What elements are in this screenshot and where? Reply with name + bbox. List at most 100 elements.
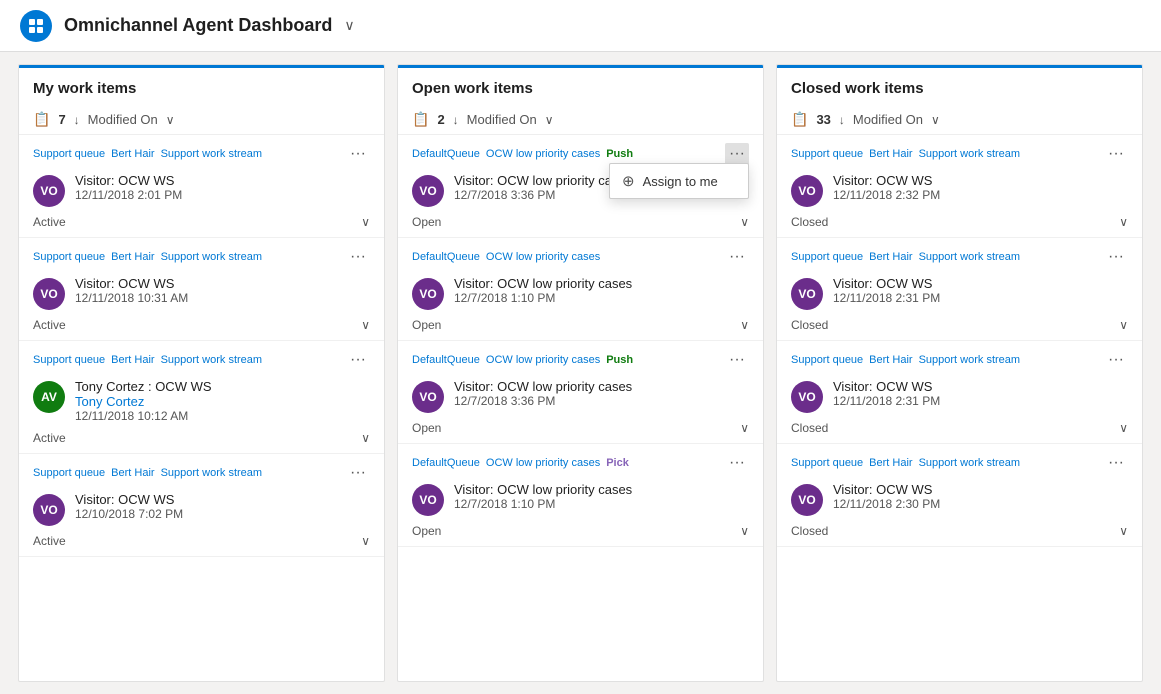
sort-direction-icon[interactable]: ↓ [453, 113, 459, 127]
item-tag[interactable]: Bert Hair [111, 251, 154, 263]
sort-chevron-icon[interactable]: ∨ [166, 113, 175, 127]
title-chevron[interactable]: ∨ [344, 17, 354, 34]
item-more-button[interactable]: ··· [1104, 143, 1128, 165]
status-chevron-icon[interactable]: ∨ [361, 431, 370, 445]
item-tag[interactable]: Support queue [791, 354, 863, 366]
status-chevron-icon[interactable]: ∨ [361, 318, 370, 332]
work-item: Support queue Bert Hair Support work strea… [19, 135, 384, 238]
status-chevron-icon[interactable]: ∨ [361, 534, 370, 548]
item-name-link[interactable]: Tony Cortez [75, 394, 144, 409]
item-body: AVTony Cortez : OCW WSTony Cortez12/11/2… [19, 375, 384, 427]
sort-direction-icon[interactable]: ↓ [74, 113, 80, 127]
assign-to-me-button[interactable]: ⊕Assign to me [610, 164, 748, 198]
status-chevron-icon[interactable]: ∨ [740, 524, 749, 538]
item-body: VOVisitor: OCW low priority cases12/7/20… [398, 478, 763, 520]
sort-label[interactable]: Modified On [853, 112, 923, 127]
sort-direction-icon[interactable]: ↓ [839, 113, 845, 127]
item-tag[interactable]: Bert Hair [869, 148, 912, 160]
avatar: VO [412, 278, 444, 310]
avatar: VO [791, 278, 823, 310]
sort-label[interactable]: Modified On [467, 112, 537, 127]
status-chevron-icon[interactable]: ∨ [1119, 215, 1128, 229]
item-tag[interactable]: Support queue [33, 251, 105, 263]
item-tag[interactable]: Support work stream [919, 148, 1020, 160]
item-tag[interactable]: DefaultQueue [412, 457, 480, 469]
item-tags-row: Support queue Bert Hair Support work strea… [777, 341, 1142, 375]
item-more-button[interactable]: ··· [346, 143, 370, 165]
status-badge: Active [33, 215, 66, 229]
item-tag[interactable]: Support work stream [161, 354, 262, 366]
item-tag[interactable]: Bert Hair [111, 148, 154, 160]
item-tag[interactable]: Bert Hair [869, 457, 912, 469]
item-more-button[interactable]: ··· [725, 349, 749, 371]
item-tag[interactable]: Support work stream [161, 251, 262, 263]
item-info: Visitor: OCW WS12/11/2018 2:31 PM [833, 276, 1128, 305]
item-tag[interactable]: Support queue [33, 467, 105, 479]
item-count: 2 [437, 112, 444, 127]
sort-label[interactable]: Modified On [88, 112, 158, 127]
sort-chevron-icon[interactable]: ∨ [931, 113, 940, 127]
status-badge: Open [412, 215, 441, 229]
item-tag[interactable]: Bert Hair [111, 354, 154, 366]
item-tags-row: DefaultQueueOCW low priority casesPick··… [398, 444, 763, 478]
item-tag[interactable]: DefaultQueue [412, 354, 480, 366]
status-chevron-icon[interactable]: ∨ [1119, 318, 1128, 332]
item-date: 12/11/2018 2:31 PM [833, 291, 1128, 305]
item-name: Visitor: OCW WS [833, 276, 1128, 291]
avatar: VO [412, 484, 444, 516]
status-chevron-icon[interactable]: ∨ [1119, 524, 1128, 538]
item-tag[interactable]: Support work stream [919, 251, 1020, 263]
item-more-button[interactable]: ··· [1104, 452, 1128, 474]
item-status-row: Closed∨ [777, 314, 1142, 340]
item-tag[interactable]: Support queue [791, 148, 863, 160]
item-more-button[interactable]: ··· [725, 452, 749, 474]
item-more-button[interactable]: ··· [346, 462, 370, 484]
item-tag[interactable]: Support work stream [161, 467, 262, 479]
item-tag[interactable]: Bert Hair [111, 467, 154, 479]
column-header-open-work: Open work items [398, 65, 763, 105]
item-tag[interactable]: DefaultQueue [412, 251, 480, 263]
column-toolbar: 📋 2 ↓ Modified On ∨ [398, 105, 763, 135]
item-more-button[interactable]: ··· [1104, 246, 1128, 268]
item-body: VO Visitor: OCW WS12/11/2018 2:31 PM [777, 272, 1142, 314]
status-chevron-icon[interactable]: ∨ [740, 421, 749, 435]
item-name: Visitor: OCW WS [75, 492, 370, 507]
items-list: Support queue Bert Hair Support work strea… [19, 135, 384, 681]
item-status-row: Open ∨ [398, 417, 763, 443]
item-tag[interactable]: Bert Hair [869, 354, 912, 366]
item-tag[interactable]: Support queue [791, 457, 863, 469]
status-badge: Active [33, 534, 66, 548]
item-tag[interactable]: OCW low priority cases [486, 251, 600, 263]
status-chevron-icon[interactable]: ∨ [361, 215, 370, 229]
item-tag[interactable]: Support queue [791, 251, 863, 263]
status-chevron-icon[interactable]: ∨ [1119, 421, 1128, 435]
status-badge: Open [412, 421, 441, 435]
item-tag[interactable]: Support queue [33, 354, 105, 366]
item-name: Visitor: OCW low priority cases [454, 379, 749, 394]
item-tag[interactable]: OCW low priority cases [486, 148, 600, 160]
item-tag[interactable]: OCW low priority cases [486, 457, 600, 469]
work-item: Support queue Bert Hair Support work strea… [19, 238, 384, 341]
item-tag[interactable]: Bert Hair [869, 251, 912, 263]
item-more-button[interactable]: ··· [346, 349, 370, 371]
item-tag[interactable]: Support queue [33, 148, 105, 160]
item-info: Tony Cortez : OCW WSTony Cortez12/11/201… [75, 379, 370, 423]
status-chevron-icon[interactable]: ∨ [740, 215, 749, 229]
item-tag[interactable]: Support work stream [919, 457, 1020, 469]
item-more-button[interactable]: ··· [346, 246, 370, 268]
status-chevron-icon[interactable]: ∨ [740, 318, 749, 332]
avatar: VO [791, 175, 823, 207]
item-status-row: Closed∨ [777, 520, 1142, 546]
sort-chevron-icon[interactable]: ∨ [545, 113, 554, 127]
item-tag[interactable]: Support work stream [161, 148, 262, 160]
item-body: VOVisitor: OCW low priority cases12/7/20… [398, 272, 763, 314]
item-body: VOVisitor: OCW WS12/11/2018 2:30 PM [777, 478, 1142, 520]
item-more-button[interactable]: ··· [725, 143, 749, 165]
item-tags-row: Support queue Bert Hair Support work strea… [777, 444, 1142, 478]
item-tags-row: Support queue Bert Hair Support work strea… [777, 238, 1142, 272]
item-tag[interactable]: Support work stream [919, 354, 1020, 366]
item-more-button[interactable]: ··· [725, 246, 749, 268]
item-tag[interactable]: OCW low priority cases [486, 354, 600, 366]
item-more-button[interactable]: ··· [1104, 349, 1128, 371]
item-tag[interactable]: DefaultQueue [412, 148, 480, 160]
